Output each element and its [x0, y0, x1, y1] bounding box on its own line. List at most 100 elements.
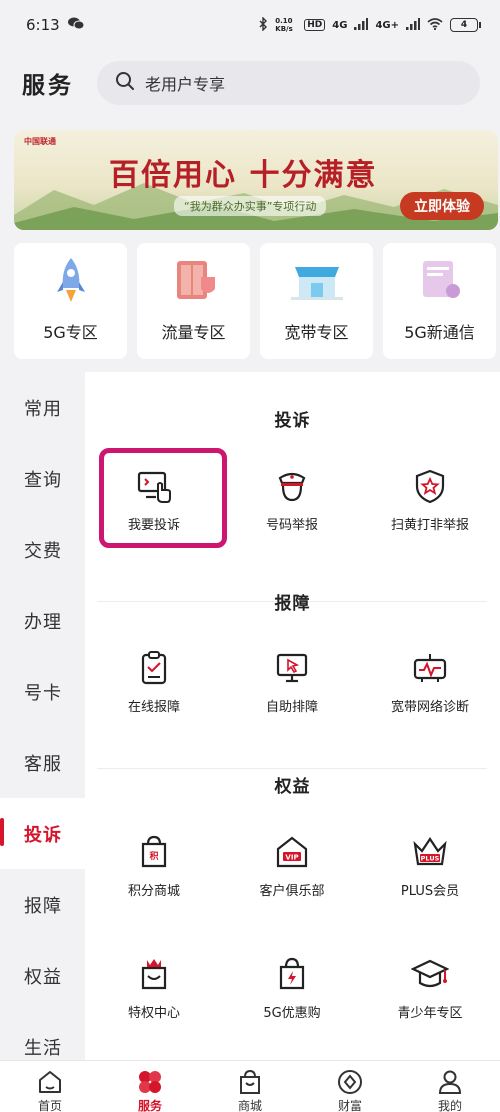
service-label: 自助排障	[265, 700, 318, 715]
service-plus-member[interactable]: PLUS PLUS会员	[361, 832, 499, 899]
nav-wealth[interactable]: 财富	[300, 1061, 400, 1112]
service-label: 号码举报	[265, 518, 318, 533]
shopping-bag-icon	[272, 954, 312, 994]
wifi-icon	[427, 17, 443, 33]
plus-crown-icon: PLUS	[410, 832, 450, 872]
coin-diamond-icon	[336, 1069, 364, 1095]
highlight-box	[99, 448, 227, 548]
rocket-icon	[41, 255, 101, 305]
shopping-bag-icon	[236, 1069, 264, 1095]
service-youth-zone[interactable]: 青少年专区	[361, 954, 499, 1021]
service-privilege-center[interactable]: 特权中心	[85, 954, 223, 1021]
service-anti-porn-report[interactable]: 扫黄打非举报	[361, 466, 499, 533]
zone-row: 5G专区 流量专区 宽带专区 5G新通信	[14, 243, 500, 359]
monitor-cursor-icon	[272, 648, 312, 688]
promo-banner[interactable]: 中国联通 百倍用心 十分满意 “我为群众办实事”专项行动 立即体验	[14, 130, 498, 230]
vip-house-icon: VIP	[272, 832, 312, 872]
shield-star-icon	[410, 466, 450, 506]
service-label: PLUS会员	[400, 884, 460, 899]
svg-text:PLUS: PLUS	[421, 855, 440, 863]
wechat-icon	[67, 16, 85, 34]
service-5g-discount-buy[interactable]: 5G优惠购	[223, 954, 361, 1021]
section-title-complaint: 投诉	[274, 411, 311, 431]
service-online-fault-report[interactable]: 在线报障	[85, 648, 223, 715]
status-bar: 6:13 0.10 KB/s HD 4G 4G+ 4	[0, 0, 500, 50]
divider	[97, 768, 487, 769]
hd-icon: HD	[304, 19, 326, 31]
service-self-troubleshoot[interactable]: 自助排障	[223, 648, 361, 715]
svg-text:VIP: VIP	[285, 854, 298, 862]
bottom-nav: 首页 服务 商城 财富 我的	[0, 1060, 500, 1112]
search-icon	[115, 71, 135, 95]
zone-label: 宽带专区	[284, 323, 349, 342]
sidebar-item-query[interactable]: 查询	[0, 443, 85, 514]
network-speed: 0.10 KB/s	[275, 17, 293, 33]
router-pulse-icon	[410, 648, 450, 688]
service-customer-club[interactable]: VIP 客户俱乐部	[223, 832, 361, 899]
nav-home[interactable]: 首页	[0, 1061, 100, 1112]
battery-icon: 4	[450, 18, 481, 32]
search-placeholder: 老用户专享	[145, 74, 226, 94]
search-bar[interactable]: 老用户专享	[97, 60, 480, 105]
zone-broadband[interactable]: 宽带专区	[260, 243, 373, 359]
page-title: 服务	[22, 72, 74, 99]
zone-label: 5G新通信	[404, 323, 475, 342]
service-label: 5G优惠购	[263, 1006, 321, 1021]
store-icon	[287, 255, 347, 305]
police-icon	[272, 466, 312, 506]
service-label: 在线报障	[127, 700, 180, 715]
service-label: 特权中心	[127, 1006, 180, 1021]
sidebar-item-sim-card[interactable]: 号卡	[0, 656, 85, 727]
benefits-grid-row-2: 特权中心 5G优惠购 青少年专区	[85, 954, 500, 1021]
signal-icon-2	[406, 17, 420, 33]
person-icon	[436, 1069, 464, 1095]
clover-icon	[136, 1069, 164, 1095]
service-label: 青少年专区	[397, 1006, 463, 1021]
sidebar-item-payment[interactable]: 交费	[0, 514, 85, 585]
data-cabinet-icon	[164, 255, 224, 305]
banner-subtitle: “我为群众办实事”专项行动	[174, 196, 327, 216]
fault-grid: 在线报障 自助排障 宽带网络诊断	[85, 648, 500, 715]
nav-mine[interactable]: 我的	[400, 1061, 500, 1112]
bluetooth-icon	[258, 15, 268, 34]
sidebar-item-complaint[interactable]: 投诉	[0, 798, 85, 869]
zone-5g-messaging[interactable]: 5G新通信	[383, 243, 496, 359]
zone-label: 流量专区	[161, 323, 226, 342]
zone-5g[interactable]: 5G专区	[14, 243, 127, 359]
clipboard-icon	[134, 648, 174, 688]
svg-text:积: 积	[149, 850, 158, 862]
status-time: 6:13	[26, 16, 60, 34]
sidebar-item-benefits[interactable]: 权益	[0, 940, 85, 1011]
service-points-mall[interactable]: 积 积分商城	[85, 832, 223, 899]
banner-cta-button[interactable]: 立即体验	[400, 192, 484, 220]
network-type-2: 4G+	[375, 19, 399, 31]
sidebar-item-customer-service[interactable]: 客服	[0, 727, 85, 798]
signal-icon	[354, 17, 369, 33]
banner-headline: 百倍用心 十分满意	[109, 158, 378, 193]
zone-data[interactable]: 流量专区	[137, 243, 250, 359]
service-label: 客户俱乐部	[259, 884, 325, 899]
nav-mall[interactable]: 商城	[200, 1061, 300, 1112]
section-title-benefits: 权益	[274, 777, 311, 797]
service-label: 宽带网络诊断	[390, 700, 469, 715]
nav-label: 首页	[37, 1099, 62, 1112]
screen-icon	[410, 255, 470, 305]
crown-bag-icon	[134, 954, 174, 994]
home-icon	[36, 1069, 64, 1095]
service-broadband-diagnosis[interactable]: 宽带网络诊断	[361, 648, 499, 715]
sidebar-item-common[interactable]: 常用	[0, 372, 85, 443]
category-sidebar: 常用 查询 交费 办理 号卡 客服 投诉 报障 权益 生活	[0, 372, 85, 1060]
nav-service[interactable]: 服务	[100, 1061, 200, 1112]
brand-logo: 中国联通	[24, 137, 56, 146]
benefits-grid: 积 积分商城 VIP 客户俱乐部 PLUS PLUS会员	[85, 832, 500, 899]
sidebar-item-handle[interactable]: 办理	[0, 585, 85, 656]
nav-label: 服务	[137, 1099, 162, 1112]
zone-label: 5G专区	[43, 323, 98, 342]
header: 服务 老用户专享	[0, 55, 500, 110]
service-label: 扫黄打非举报	[390, 518, 469, 533]
service-content: 投诉 我要投诉 号码举报 扫黄打非举报 报障 在线报障 自助排障 宽带网络诊断 …	[85, 372, 500, 1060]
points-bag-icon: 积	[134, 832, 174, 872]
sidebar-item-fault-report[interactable]: 报障	[0, 869, 85, 940]
service-number-report[interactable]: 号码举报	[223, 466, 361, 533]
nav-label: 我的	[437, 1099, 462, 1112]
